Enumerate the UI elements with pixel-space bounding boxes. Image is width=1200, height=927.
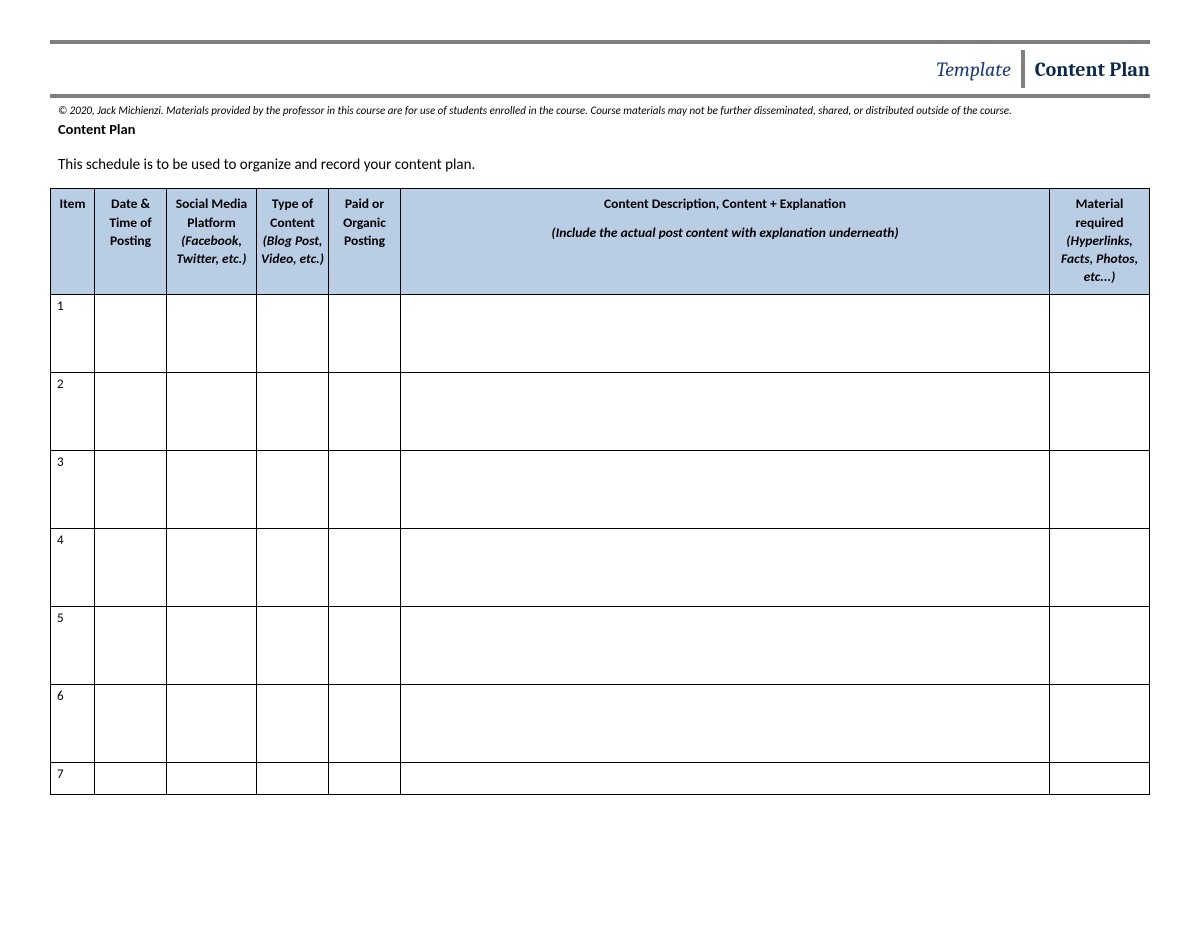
table-row: 3 [51, 451, 1150, 529]
cell-platform[interactable] [167, 529, 257, 607]
header-title: Content Plan [1025, 50, 1150, 88]
cell-type[interactable] [257, 685, 329, 763]
cell-paid[interactable] [329, 529, 401, 607]
cell-item[interactable]: 4 [51, 529, 95, 607]
cell-type[interactable] [257, 763, 329, 795]
cell-description[interactable] [401, 607, 1050, 685]
cell-date[interactable] [95, 451, 167, 529]
cell-paid[interactable] [329, 685, 401, 763]
cell-date[interactable] [95, 763, 167, 795]
content-plan-table: Item Date & Time of Posting Social Media… [50, 188, 1150, 795]
cell-item[interactable]: 1 [51, 295, 95, 373]
cell-description[interactable] [401, 295, 1050, 373]
col-header-material-sub: (Hyperlinks, Facts, Photos, etc...) [1054, 232, 1145, 287]
col-header-type-main: Type of Content [261, 195, 324, 231]
intro-text: This schedule is to be used to organize … [50, 138, 1150, 188]
col-header-paid-main: Paid or Organic Posting [333, 195, 396, 250]
document-page: Template Content Plan © 2020, Jack Michi… [0, 0, 1200, 795]
col-header-item-main: Item [55, 195, 90, 213]
col-header-platform-sub: (Facebook, Twitter, etc.) [171, 232, 252, 268]
copyright-text: © 2020, Jack Michienzi. Materials provid… [50, 102, 1150, 118]
cell-description[interactable] [401, 451, 1050, 529]
cell-date[interactable] [95, 529, 167, 607]
section-title: Content Plan [50, 120, 1150, 138]
cell-description[interactable] [401, 685, 1050, 763]
cell-paid[interactable] [329, 295, 401, 373]
cell-material[interactable] [1050, 451, 1150, 529]
cell-type[interactable] [257, 451, 329, 529]
cell-item[interactable]: 6 [51, 685, 95, 763]
col-header-description: Content Description, Content + Explanati… [401, 189, 1050, 295]
cell-material[interactable] [1050, 529, 1150, 607]
table-row: 2 [51, 373, 1150, 451]
cell-platform[interactable] [167, 607, 257, 685]
cell-type[interactable] [257, 529, 329, 607]
cell-date[interactable] [95, 685, 167, 763]
cell-date[interactable] [95, 607, 167, 685]
col-header-material: Material required (Hyperlinks, Facts, Ph… [1050, 189, 1150, 295]
header-bar: Template Content Plan [50, 50, 1150, 88]
col-header-item: Item [51, 189, 95, 295]
cell-type[interactable] [257, 373, 329, 451]
cell-platform[interactable] [167, 451, 257, 529]
table-row: 7 [51, 763, 1150, 795]
col-header-type: Type of Content (Blog Post, Video, etc.) [257, 189, 329, 295]
cell-paid[interactable] [329, 451, 401, 529]
table-row: 4 [51, 529, 1150, 607]
cell-item[interactable]: 7 [51, 763, 95, 795]
cell-material[interactable] [1050, 685, 1150, 763]
col-header-description-main: Content Description, Content + Explanati… [405, 195, 1045, 213]
cell-description[interactable] [401, 763, 1050, 795]
cell-paid[interactable] [329, 373, 401, 451]
cell-description[interactable] [401, 373, 1050, 451]
cell-item[interactable]: 5 [51, 607, 95, 685]
col-header-type-sub: (Blog Post, Video, etc.) [261, 232, 324, 268]
cell-type[interactable] [257, 295, 329, 373]
cell-paid[interactable] [329, 763, 401, 795]
cell-date[interactable] [95, 373, 167, 451]
cell-item[interactable]: 3 [51, 451, 95, 529]
cell-description[interactable] [401, 529, 1050, 607]
col-header-material-main: Material required [1054, 195, 1145, 231]
col-header-platform: Social Media Platform (Facebook, Twitter… [167, 189, 257, 295]
top-rule [50, 40, 1150, 44]
col-header-paid: Paid or Organic Posting [329, 189, 401, 295]
under-rule [50, 94, 1150, 98]
cell-platform[interactable] [167, 685, 257, 763]
cell-material[interactable] [1050, 607, 1150, 685]
table-row: 1 [51, 295, 1150, 373]
header-template-label: Template [926, 50, 1020, 88]
table-row: 6 [51, 685, 1150, 763]
cell-material[interactable] [1050, 763, 1150, 795]
cell-item[interactable]: 2 [51, 373, 95, 451]
cell-platform[interactable] [167, 763, 257, 795]
table-row: 5 [51, 607, 1150, 685]
col-header-date: Date & Time of Posting [95, 189, 167, 295]
cell-material[interactable] [1050, 295, 1150, 373]
cell-platform[interactable] [167, 295, 257, 373]
cell-paid[interactable] [329, 607, 401, 685]
cell-material[interactable] [1050, 373, 1150, 451]
col-header-date-main: Date & Time of Posting [99, 195, 162, 250]
cell-date[interactable] [95, 295, 167, 373]
col-header-platform-main: Social Media Platform [171, 195, 252, 231]
cell-platform[interactable] [167, 373, 257, 451]
col-header-description-sub: (Include the actual post content with ex… [405, 224, 1045, 242]
cell-type[interactable] [257, 607, 329, 685]
table-header-row: Item Date & Time of Posting Social Media… [51, 189, 1150, 295]
